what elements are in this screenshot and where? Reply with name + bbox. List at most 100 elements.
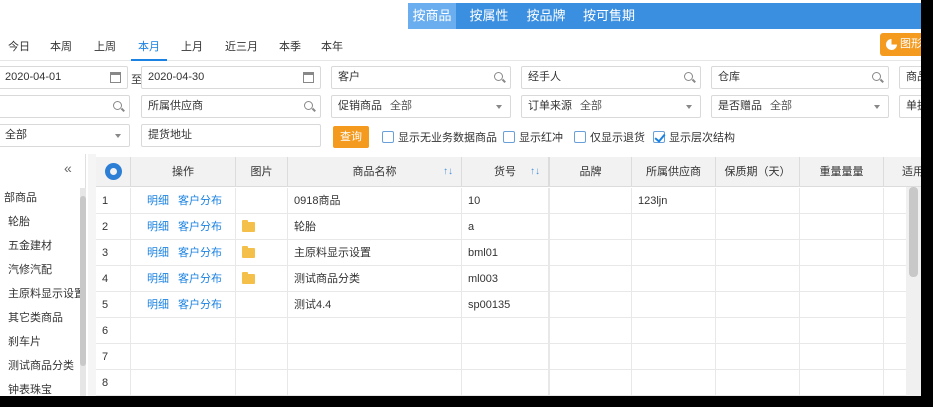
report-window: 按商品 按属性 按品牌 按可售期 今日 本周 上周 本月 上月 近三月 本季 本… bbox=[0, 0, 921, 396]
tree-item[interactable]: 部商品 bbox=[4, 186, 84, 210]
row-number: 8 bbox=[96, 370, 131, 396]
detail-link[interactable]: 明细 bbox=[147, 299, 169, 311]
detail-link[interactable]: 明细 bbox=[147, 195, 169, 207]
checkbox-only-returns[interactable]: 仅显示退货 bbox=[574, 131, 645, 145]
table-cell bbox=[800, 240, 884, 266]
calendar-icon[interactable] bbox=[303, 72, 314, 83]
tree-item[interactable]: 汽修汽配 bbox=[8, 258, 88, 282]
double-chevron-left-icon[interactable]: « bbox=[64, 160, 72, 176]
table-cell bbox=[462, 344, 549, 370]
table-cell bbox=[800, 370, 884, 396]
date-tab-last-month[interactable]: 上月 bbox=[181, 33, 203, 61]
detail-link[interactable]: 明细 bbox=[147, 221, 169, 233]
gear-icon[interactable] bbox=[105, 163, 122, 180]
table-row[interactable]: 3 明细 客户分布 主原料显示设置 bml01 bbox=[96, 240, 921, 266]
search-icon[interactable] bbox=[113, 101, 122, 110]
customer-distribution-link[interactable]: 客户分布 bbox=[178, 195, 222, 207]
calendar-icon[interactable] bbox=[110, 72, 121, 83]
document-field[interactable]: 单据 bbox=[899, 95, 921, 118]
checkbox-box[interactable] bbox=[574, 131, 586, 143]
table-row[interactable]: 7 bbox=[96, 344, 921, 370]
header-actions: 操作 bbox=[131, 157, 236, 187]
tree-item[interactable]: 五金建材 bbox=[8, 234, 88, 258]
category-field[interactable] bbox=[0, 95, 130, 118]
checkbox-box-checked[interactable] bbox=[653, 131, 665, 143]
sort-icon[interactable]: ↑↓ bbox=[530, 157, 540, 187]
warehouse-field[interactable]: 仓库 bbox=[711, 66, 889, 89]
table-row[interactable]: 4 明细 客户分布 测试商品分类 ml003 bbox=[96, 266, 921, 292]
tab-by-sale-period[interactable]: 按可售期 bbox=[578, 3, 640, 29]
table-row[interactable]: 5 明细 客户分布 测试4.4 sp00135 bbox=[96, 292, 921, 318]
query-button[interactable]: 查询 bbox=[333, 126, 369, 148]
supplier bbox=[632, 292, 716, 318]
search-icon[interactable] bbox=[872, 72, 881, 81]
order-source-select[interactable]: 订单来源 全部 bbox=[521, 95, 701, 118]
date-tab-this-year[interactable]: 本年 bbox=[321, 33, 343, 61]
tree-item[interactable]: 钟表珠宝 bbox=[8, 378, 88, 396]
pickup-address-field[interactable]: 提货地址 bbox=[141, 124, 321, 147]
header-code[interactable]: 货号 ↑↓ bbox=[462, 157, 549, 187]
checkbox-show-hierarchy[interactable]: 显示层次结构 bbox=[653, 131, 735, 145]
handler-field[interactable]: 经手人 bbox=[521, 66, 701, 89]
table-row[interactable]: 6 bbox=[96, 318, 921, 344]
date-tab-today[interactable]: 今日 bbox=[8, 33, 30, 61]
table-row[interactable]: 1 明细 客户分布 0918商品 10 123ljn bbox=[96, 188, 921, 214]
date-tab-last-three-months[interactable]: 近三月 bbox=[225, 33, 258, 61]
date-to-field[interactable]: 2020-04-30 bbox=[141, 66, 321, 89]
date-from-field[interactable]: 2020-04-01 bbox=[0, 66, 128, 89]
checkbox-label: 仅显示退货 bbox=[590, 132, 645, 144]
row-number: 2 bbox=[96, 214, 131, 240]
gift-select[interactable]: 是否赠品 全部 bbox=[711, 95, 889, 118]
table-scrollbar[interactable] bbox=[906, 187, 921, 396]
table-row[interactable]: 8 bbox=[96, 370, 921, 396]
detail-link[interactable]: 明细 bbox=[147, 247, 169, 259]
tree-item[interactable]: 测试商品分类 bbox=[8, 354, 88, 378]
sidebar-scrollbar[interactable] bbox=[80, 188, 86, 396]
checkbox-show-red-reversal[interactable]: 显示红冲 bbox=[503, 131, 563, 145]
checkbox-box[interactable] bbox=[382, 131, 394, 143]
column-settings[interactable] bbox=[96, 157, 131, 187]
supplier-field[interactable]: 所属供应商 bbox=[141, 95, 321, 118]
sort-icon[interactable]: ↑↓ bbox=[443, 157, 453, 187]
checkbox-show-no-data[interactable]: 显示无业务数据商品 bbox=[382, 131, 497, 145]
customer-distribution-link[interactable]: 客户分布 bbox=[178, 247, 222, 259]
row-actions: 明细 客户分布 bbox=[131, 266, 236, 292]
customer-distribution-link[interactable]: 客户分布 bbox=[178, 299, 222, 311]
customer-distribution-link[interactable]: 客户分布 bbox=[178, 221, 222, 233]
date-tab-this-quarter[interactable]: 本季 bbox=[279, 33, 301, 61]
product-name: 0918商品 bbox=[288, 188, 462, 214]
header-shelf-life: 保质期（天） bbox=[716, 157, 800, 187]
tree-item[interactable]: 主原料显示设置 bbox=[8, 282, 88, 306]
tree-item[interactable]: 刹车片 bbox=[8, 330, 88, 354]
header-image: 图片 bbox=[236, 157, 288, 187]
tab-by-brand[interactable]: 按品牌 bbox=[521, 3, 571, 29]
date-tab-this-month[interactable]: 本月 bbox=[131, 33, 167, 61]
product-field[interactable]: 商品 bbox=[899, 66, 921, 89]
tab-by-attribute[interactable]: 按属性 bbox=[464, 3, 514, 29]
chart-button[interactable]: 图形 bbox=[880, 33, 921, 56]
detail-link[interactable]: 明细 bbox=[147, 273, 169, 285]
search-icon[interactable] bbox=[494, 72, 503, 81]
table-cell bbox=[236, 292, 288, 318]
promo-select[interactable]: 促销商品 全部 bbox=[331, 95, 511, 118]
table-cell bbox=[131, 344, 236, 370]
splitter[interactable] bbox=[88, 154, 96, 396]
brand bbox=[549, 266, 632, 292]
tree-item[interactable]: 其它类商品 bbox=[8, 306, 88, 330]
date-tab-this-week[interactable]: 本周 bbox=[50, 33, 72, 61]
tree-item[interactable]: 轮胎 bbox=[8, 210, 88, 234]
search-icon[interactable] bbox=[304, 101, 313, 110]
row-image bbox=[236, 240, 288, 266]
tab-by-product[interactable]: 按商品 bbox=[408, 3, 456, 29]
customer-field[interactable]: 客户 bbox=[331, 66, 511, 89]
table-row[interactable]: 2 明细 客户分布 轮胎 a bbox=[96, 214, 921, 240]
table-cell bbox=[288, 344, 462, 370]
scrollbar-thumb[interactable] bbox=[80, 196, 86, 366]
header-product-name[interactable]: 商品名称 ↑↓ bbox=[288, 157, 462, 187]
checkbox-box[interactable] bbox=[503, 131, 515, 143]
customer-distribution-link[interactable]: 客户分布 bbox=[178, 273, 222, 285]
type-select[interactable]: 全部 bbox=[0, 124, 130, 147]
date-tab-last-week[interactable]: 上周 bbox=[94, 33, 116, 61]
scrollbar-thumb[interactable] bbox=[909, 187, 918, 277]
search-icon[interactable] bbox=[684, 72, 693, 81]
